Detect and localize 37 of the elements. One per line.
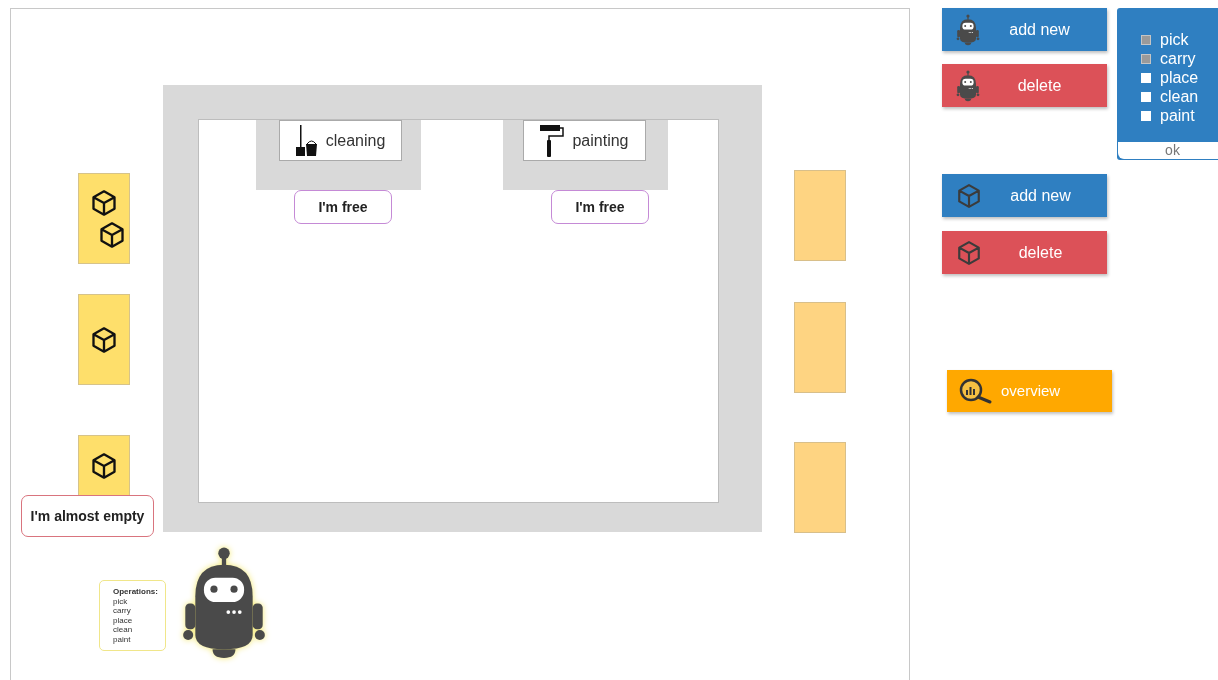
- operations-title: Operations:: [113, 587, 159, 597]
- status-bubble: I'm free: [294, 190, 392, 224]
- operation-item: clean: [113, 625, 134, 635]
- delete-button[interactable]: delete: [942, 64, 1107, 107]
- robot-icon: [956, 68, 980, 103]
- station-label: painting: [572, 130, 629, 151]
- paint-roller-icon: [540, 124, 565, 157]
- status-bubble: I'm almost empty: [21, 495, 154, 537]
- box-icon: [956, 239, 982, 266]
- station-label: cleaning: [325, 130, 386, 151]
- operation-item: paint: [113, 634, 132, 644]
- operation-item: carry: [113, 606, 132, 616]
- chart-magnifier-icon: [959, 378, 993, 404]
- operation-option[interactable]: place: [1141, 68, 1218, 87]
- box-icon: [98, 220, 126, 249]
- operation-option[interactable]: paint: [1141, 106, 1218, 125]
- checkbox[interactable]: [1141, 53, 1151, 64]
- add-button[interactable]: add new: [942, 174, 1107, 217]
- box-icon: [956, 182, 982, 209]
- box-icon: [90, 188, 118, 217]
- operation-option[interactable]: carry: [1141, 49, 1218, 68]
- box-icon: [90, 451, 118, 480]
- delete-button[interactable]: delete: [942, 231, 1107, 274]
- broom-bucket-icon: [295, 124, 318, 157]
- checkbox[interactable]: [1141, 91, 1151, 102]
- operation-option[interactable]: clean: [1141, 87, 1218, 106]
- ok-button[interactable]: ok: [1118, 142, 1218, 159]
- checkbox[interactable]: [1141, 72, 1151, 83]
- checkbox[interactable]: [1141, 110, 1151, 121]
- robot-icon: [956, 12, 980, 47]
- operation-item: place: [113, 615, 134, 625]
- add-button[interactable]: add new: [942, 8, 1107, 51]
- checkbox[interactable]: [1141, 34, 1151, 45]
- status-bubble: I'm free: [551, 190, 649, 224]
- operation-item: pick: [113, 596, 129, 606]
- box-icon: [90, 325, 118, 354]
- operation-option[interactable]: pick: [1141, 30, 1218, 49]
